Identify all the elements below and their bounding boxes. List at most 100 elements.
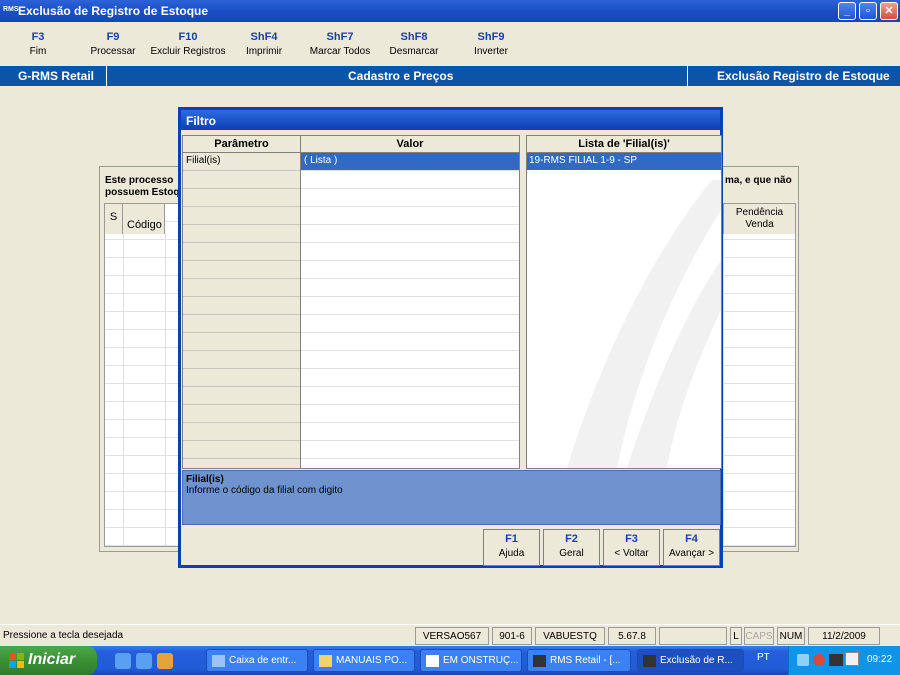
hint-title: Filial(is) xyxy=(186,474,224,485)
fkey-label: Desmarcar xyxy=(389,46,439,57)
module-header: G-RMS Retail Cadastro e Preços Exclusão … xyxy=(0,66,900,86)
fkey-excluir-registros[interactable]: F10 Excluir Registros xyxy=(148,31,228,57)
task-inbox[interactable]: Caixa de entr... xyxy=(206,649,308,672)
task-label: Caixa de entr... xyxy=(229,655,297,666)
quicklaunch-media-icon[interactable] xyxy=(157,653,173,669)
fkey-label: Excluir Registros xyxy=(150,46,226,57)
watermark-logo xyxy=(567,180,721,468)
rms-icon xyxy=(643,655,656,667)
fkey-desmarcar[interactable]: ShF8 Desmarcar xyxy=(374,31,454,57)
fkey-marcar-todos[interactable]: ShF7 Marcar Todos xyxy=(300,31,380,57)
fkey-code: ShF7 xyxy=(326,31,354,43)
minimize-button[interactable]: _ xyxy=(838,2,856,20)
quicklaunch-ie-icon[interactable] xyxy=(136,653,152,669)
col-s-header: S xyxy=(105,204,123,234)
dialog-buttons: F1 Ajuda F2 Geral F3 < Voltar F4 Avançar > xyxy=(483,529,721,566)
next-button[interactable]: F4 Avançar > xyxy=(663,529,720,566)
status-message: Pressione a tecla desejada xyxy=(3,630,124,641)
fkey-label: Processar xyxy=(90,46,136,57)
grid-line xyxy=(723,234,724,546)
process-description: Este processo possuem Estoq xyxy=(105,175,179,199)
grid-line xyxy=(165,234,166,546)
task-label: MANUAIS PO... xyxy=(336,655,408,666)
col-codigo-header: Código xyxy=(123,204,165,234)
start-button[interactable]: Iniciar xyxy=(0,646,97,675)
button-key: F1 xyxy=(505,533,518,545)
header-divider xyxy=(687,66,688,86)
task-rms-retail[interactable]: RMS Retail - [... xyxy=(527,649,631,672)
fkey-code: ShF4 xyxy=(250,31,278,43)
windows-logo-icon xyxy=(9,653,24,668)
status-bar: Pressione a tecla desejada VERSAO567 901… xyxy=(0,624,900,646)
status-version: VERSAO567 xyxy=(415,627,489,645)
help-button[interactable]: F1 Ajuda xyxy=(483,529,540,566)
button-key: F3 xyxy=(625,533,638,545)
rms-tray-icon[interactable] xyxy=(829,654,843,666)
filial-list: Lista de 'Filial(is)' 19-RMS FILIAL 1-9 … xyxy=(526,135,722,469)
description-line: Este processo xyxy=(105,175,174,186)
status-build: 5.67.8 xyxy=(608,627,656,645)
fkey-label: Imprimir xyxy=(245,46,283,57)
list-header: Lista de 'Filial(is)' xyxy=(527,136,721,153)
fkey-label: Marcar Todos xyxy=(309,46,371,57)
task-label: RMS Retail - [... xyxy=(550,655,621,666)
fkey-code: F3 xyxy=(31,31,45,43)
param-cell-filial[interactable]: Filial(is) xyxy=(183,153,301,170)
fkey-processar[interactable]: F9 Processar xyxy=(73,31,153,57)
fkey-code: ShF9 xyxy=(477,31,505,43)
fkey-fim[interactable]: F3 Fim xyxy=(0,31,78,57)
process-description-right: ma, e que não xyxy=(725,175,792,186)
button-label: Avançar > xyxy=(668,548,715,559)
fkey-code: F9 xyxy=(106,31,120,43)
title-bar: RMS Exclusão de Registro de Estoque _ ▫ … xyxy=(0,0,900,22)
help-hint: Filial(is) Informe o código da filial co… xyxy=(182,470,721,525)
language-indicator[interactable]: PT xyxy=(757,652,770,663)
fkey-imprimir[interactable]: ShF4 Imprimir xyxy=(224,31,304,57)
network-icon[interactable] xyxy=(797,654,809,666)
param-column xyxy=(183,153,301,468)
fkey-label: Inverter xyxy=(474,46,508,57)
security-icon[interactable] xyxy=(813,654,825,666)
clock[interactable]: 09:22 xyxy=(867,654,892,665)
button-label: < Voltar xyxy=(614,548,649,559)
list-item[interactable]: 19-RMS FILIAL 1-9 - SP xyxy=(527,153,721,170)
header-divider xyxy=(106,66,107,86)
task-manuais[interactable]: MANUAIS PO... xyxy=(313,649,415,672)
taskbar: Iniciar Caixa de entr... MANUAIS PO... E… xyxy=(0,646,900,675)
back-button[interactable]: F3 < Voltar xyxy=(603,529,660,566)
task-label: EM ONSTRUÇ... xyxy=(443,655,519,666)
parameter-table: Parâmetro Valor Filial(is) ( Lista ) xyxy=(182,135,520,469)
hint-text: Informe o código da filial com digito xyxy=(186,485,343,496)
status-caps: CAPS xyxy=(744,627,774,645)
header-right: Exclusão Registro de Estoque xyxy=(717,69,890,83)
quicklaunch-desktop-icon[interactable] xyxy=(115,653,131,669)
button-key: F2 xyxy=(565,533,578,545)
function-key-toolbar: F3 Fim F9 Processar F10 Excluir Registros S… xyxy=(0,22,900,66)
status-branch: 901-6 xyxy=(492,627,532,645)
status-l: L xyxy=(730,627,742,645)
task-word-doc[interactable]: EM ONSTRUÇ... xyxy=(420,649,522,672)
param-header: Parâmetro xyxy=(183,136,301,153)
general-button[interactable]: F2 Geral xyxy=(543,529,600,566)
status-date: 11/2/2009 xyxy=(808,627,880,645)
close-button[interactable]: ✕ xyxy=(880,2,898,20)
system-tray: 09:22 xyxy=(788,646,900,675)
button-label: Geral xyxy=(559,548,584,559)
task-exclusao[interactable]: Exclusão de R... xyxy=(637,649,744,672)
header-center: Cadastro e Preços xyxy=(348,69,454,83)
maximize-button[interactable]: ▫ xyxy=(859,2,877,20)
rms-icon xyxy=(533,655,546,667)
value-cell-filial[interactable]: ( Lista ) xyxy=(301,153,519,170)
app-icon: RMS xyxy=(3,6,19,13)
filter-dialog: Filtro Parâmetro Valor Filial(is) ( List… xyxy=(178,107,723,568)
calendar-icon[interactable] xyxy=(845,652,859,666)
col-pendencia-header: Pendência Venda xyxy=(723,204,795,234)
status-program: VABUESTQ xyxy=(535,627,605,645)
fkey-inverter[interactable]: ShF9 Inverter xyxy=(451,31,531,57)
button-label: Ajuda xyxy=(498,548,525,559)
status-empty xyxy=(659,627,727,645)
folder-icon xyxy=(319,655,332,667)
task-label: Exclusão de R... xyxy=(660,655,733,666)
word-icon xyxy=(426,655,439,667)
window-title: Exclusão de Registro de Estoque xyxy=(18,4,209,18)
